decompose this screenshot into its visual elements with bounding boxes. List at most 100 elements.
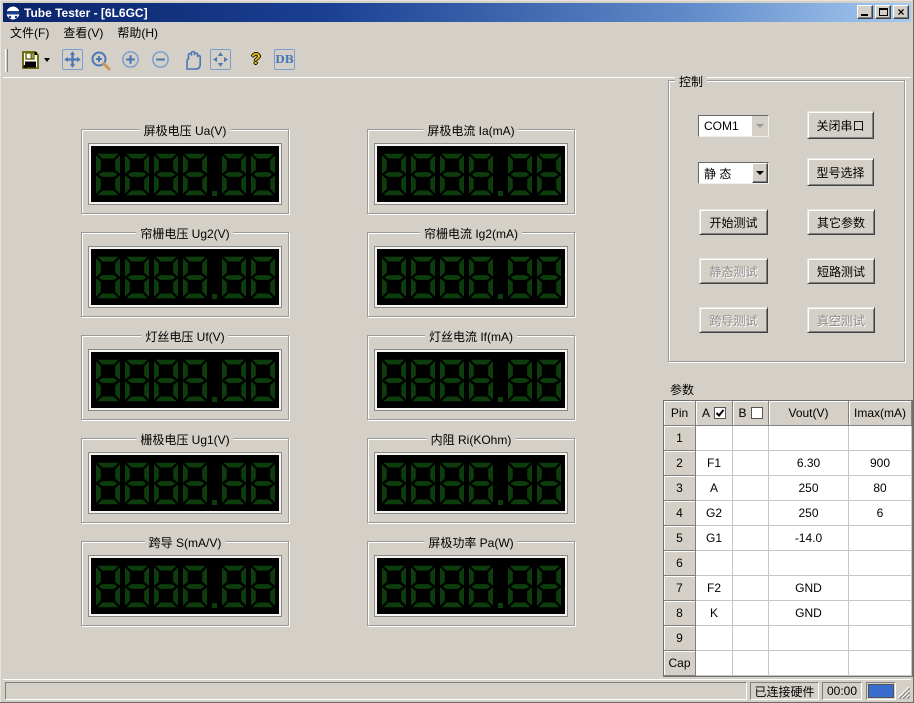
- other-params-button[interactable]: 其它参数: [807, 209, 875, 235]
- imax-cell[interactable]: 80: [849, 476, 912, 501]
- status-indicator: [868, 684, 894, 698]
- seven-segment-digit: [382, 564, 406, 609]
- close-serial-button[interactable]: 关闭串口: [807, 111, 874, 139]
- b-cell[interactable]: [733, 626, 769, 651]
- electrode-cell[interactable]: [696, 651, 733, 676]
- vout-cell[interactable]: 6.30: [769, 451, 849, 476]
- vout-cell[interactable]: 250: [769, 476, 849, 501]
- seven-segment-digit: [411, 255, 435, 300]
- b-cell[interactable]: [733, 576, 769, 601]
- col-a-checkbox[interactable]: [714, 407, 726, 419]
- meter-label: 帘栅电流 Ig2(mA): [420, 225, 522, 242]
- app-icon: [5, 5, 21, 21]
- test-mode-dropdown-button[interactable]: [752, 163, 768, 183]
- b-cell[interactable]: [733, 651, 769, 676]
- test-mode-select[interactable]: 静 态: [698, 162, 769, 184]
- b-cell[interactable]: [733, 551, 769, 576]
- b-cell[interactable]: [733, 501, 769, 526]
- close-icon: ×: [894, 5, 908, 19]
- vout-cell[interactable]: GND: [769, 576, 849, 601]
- electrode-cell[interactable]: [696, 426, 733, 451]
- control-group-title: 控制: [675, 73, 707, 90]
- help-button[interactable]: ?: [248, 49, 264, 71]
- app-window: Tube Tester - [6L6GC] × 文件(F) 查看(V) 帮助(H…: [0, 0, 914, 703]
- zoom-in-button[interactable]: [120, 49, 141, 70]
- save-dropdown-button[interactable]: [43, 49, 51, 70]
- electrode-cell[interactable]: F2: [696, 576, 733, 601]
- vout-cell[interactable]: 250: [769, 501, 849, 526]
- close-button[interactable]: ×: [893, 5, 909, 19]
- imax-cell[interactable]: [849, 626, 912, 651]
- b-cell[interactable]: [733, 451, 769, 476]
- imax-cell[interactable]: [849, 651, 912, 676]
- imax-cell[interactable]: [849, 601, 912, 626]
- electrode-cell[interactable]: K: [696, 601, 733, 626]
- imax-cell[interactable]: [849, 426, 912, 451]
- static-test-button: 静态测试: [699, 258, 768, 284]
- com-port-dropdown-button[interactable]: [752, 116, 768, 136]
- vout-cell[interactable]: [769, 426, 849, 451]
- meter-group: 跨导 S(mA/V): [81, 541, 289, 626]
- vout-cell[interactable]: [769, 626, 849, 651]
- electrode-cell[interactable]: G2: [696, 501, 733, 526]
- electrode-cell[interactable]: G1: [696, 526, 733, 551]
- electrode-cell[interactable]: A: [696, 476, 733, 501]
- pan-button[interactable]: [180, 49, 203, 72]
- b-cell[interactable]: [733, 426, 769, 451]
- check-icon: [715, 408, 725, 418]
- fit-view-button[interactable]: [210, 49, 231, 70]
- com-port-select[interactable]: COM1: [698, 115, 769, 137]
- menu-help[interactable]: 帮助(H): [110, 22, 165, 43]
- model-select-button[interactable]: 型号选择: [807, 158, 874, 186]
- seven-segment-digit: [508, 461, 532, 506]
- imax-cell[interactable]: 6: [849, 501, 912, 526]
- move-tool-button[interactable]: [62, 49, 83, 70]
- db-icon: DB: [275, 53, 294, 66]
- col-b-checkbox[interactable]: [751, 407, 763, 419]
- electrode-cell[interactable]: [696, 626, 733, 651]
- meter-label: 屏极功率 Pa(W): [424, 534, 517, 551]
- meter-group: 内阻 Ri(KOhm): [367, 438, 575, 523]
- seven-segment-digit: [154, 461, 178, 506]
- seven-segment-digit: [154, 255, 178, 300]
- pin-cell: 5: [664, 526, 696, 551]
- seven-segment-digit: [469, 152, 493, 197]
- seven-segment-digit: [382, 255, 406, 300]
- vout-cell[interactable]: -14.0: [769, 526, 849, 551]
- seven-segment-digit: [154, 358, 178, 403]
- seven-segment-digit: [469, 564, 493, 609]
- zoom-window-button[interactable]: [89, 49, 112, 72]
- db-button[interactable]: DB: [274, 49, 295, 70]
- led-panel: [88, 452, 282, 514]
- pin-cell: 3: [664, 476, 696, 501]
- start-test-button[interactable]: 开始测试: [699, 209, 768, 235]
- seven-segment-digit: [251, 255, 275, 300]
- menu-view[interactable]: 查看(V): [56, 22, 110, 43]
- imax-cell[interactable]: [849, 551, 912, 576]
- electrode-cell[interactable]: F1: [696, 451, 733, 476]
- vout-cell[interactable]: [769, 651, 849, 676]
- b-cell[interactable]: [733, 601, 769, 626]
- vout-cell[interactable]: [769, 551, 849, 576]
- menu-file[interactable]: 文件(F): [3, 22, 56, 43]
- maximize-button[interactable]: [875, 5, 891, 19]
- zoom-out-button[interactable]: [150, 49, 171, 70]
- b-cell[interactable]: [733, 526, 769, 551]
- seven-segment-digit: [96, 358, 120, 403]
- seven-segment-digit: [469, 461, 493, 506]
- resize-grip[interactable]: [897, 686, 910, 699]
- electrode-cell[interactable]: [696, 551, 733, 576]
- params-table: Pin A B Vout(V) Imax(mA) 1 2 F1 6.30 900…: [663, 400, 913, 677]
- led-panel: [88, 555, 282, 617]
- imax-cell[interactable]: [849, 576, 912, 601]
- seven-segment-digit: [222, 461, 246, 506]
- save-button[interactable]: [19, 49, 40, 70]
- minimize-button[interactable]: [857, 5, 873, 19]
- imax-cell[interactable]: 900: [849, 451, 912, 476]
- seven-segment-digit: [183, 152, 207, 197]
- seven-segment-digit: [411, 564, 435, 609]
- vout-cell[interactable]: GND: [769, 601, 849, 626]
- b-cell[interactable]: [733, 476, 769, 501]
- imax-cell[interactable]: [849, 526, 912, 551]
- short-test-button[interactable]: 短路测试: [807, 258, 875, 284]
